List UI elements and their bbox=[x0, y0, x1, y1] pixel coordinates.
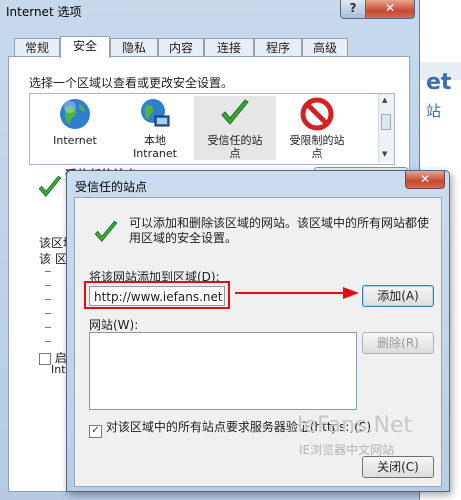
remove-button[interactable]: 删除(R) bbox=[362, 332, 434, 354]
dialog-description: 可以添加和删除该区域的网站。该区域中的所有网站都使用区域的安全设置。 bbox=[129, 216, 430, 245]
globe-icon bbox=[60, 99, 90, 129]
zone-label: Internet bbox=[53, 134, 97, 147]
arrow-right-icon bbox=[235, 287, 359, 299]
background-heading: et bbox=[426, 70, 452, 95]
tab-connections[interactable]: 连接 bbox=[204, 38, 254, 57]
sites-list[interactable] bbox=[89, 332, 357, 410]
scroll-thumb[interactable] bbox=[381, 114, 391, 130]
no-entry-icon bbox=[300, 97, 334, 131]
zone-scrollbar[interactable]: ▲ ▼ bbox=[378, 94, 394, 162]
dialog-close-button[interactable]: ✕ bbox=[405, 171, 445, 189]
scroll-up-icon[interactable]: ▲ bbox=[382, 96, 387, 104]
window-title: Internet 选项 bbox=[6, 5, 82, 19]
zone-list: Internet 本地 Intranet 受信任的站 点 受限制的站 点 ▲ ▼ bbox=[29, 93, 395, 165]
tab-privacy[interactable]: 隐私 bbox=[110, 38, 158, 57]
zone-prompt: 选择一个区域以查看或更改安全设置。 bbox=[29, 76, 234, 90]
sites-label: 网站(W): bbox=[89, 318, 139, 332]
zone-label: 本地 Intranet bbox=[133, 134, 177, 160]
help-button[interactable]: ? bbox=[340, 0, 366, 19]
trusted-sites-dialog: 受信任的站点 ✕ 可以添加和删除该区域的网站。该区域中的所有网站都使用区域的安全… bbox=[66, 170, 450, 492]
checkbox-box[interactable] bbox=[39, 352, 51, 365]
zone-label: 受信任的站 点 bbox=[207, 134, 263, 160]
close-button[interactable]: 关闭(C) bbox=[362, 456, 434, 478]
tab-advanced[interactable]: 高级 bbox=[302, 38, 348, 57]
checkmark-icon bbox=[38, 175, 62, 197]
enable-sub-label: Int bbox=[51, 363, 66, 376]
zone-local-intranet[interactable]: 本地 Intranet bbox=[114, 96, 196, 160]
tab-programs[interactable]: 程序 bbox=[254, 38, 302, 57]
checkmark-icon bbox=[221, 99, 249, 125]
intranet-globe-icon bbox=[141, 99, 170, 127]
checkmark-icon bbox=[94, 220, 118, 242]
security-level-slider[interactable] bbox=[45, 271, 55, 342]
checkbox-box[interactable]: ✓ bbox=[89, 425, 102, 438]
add-button[interactable]: 添加(A) bbox=[362, 285, 434, 307]
zone-restricted-sites[interactable]: 受限制的站 点 bbox=[276, 96, 358, 160]
highlight-box bbox=[84, 281, 230, 309]
tab-general[interactable]: 常规 bbox=[14, 38, 60, 57]
watermark-brand: IeFans.Net bbox=[297, 413, 413, 438]
scroll-down-icon[interactable]: ▼ bbox=[382, 150, 387, 158]
tab-security[interactable]: 安全 bbox=[60, 36, 110, 58]
watermark-tagline: IE浏览器中文网站 bbox=[299, 443, 395, 457]
zone-trusted-sites[interactable]: 受信任的站 点 bbox=[194, 96, 276, 160]
window-close-button[interactable]: ✕ bbox=[365, 0, 415, 19]
zone-internet[interactable]: Internet bbox=[34, 96, 116, 147]
tab-content[interactable]: 内容 bbox=[158, 38, 204, 57]
zone-label: 受限制的站 点 bbox=[289, 134, 345, 160]
dialog-title: 受信任的站点 bbox=[75, 180, 148, 194]
background-subtext: 站 bbox=[426, 102, 442, 120]
